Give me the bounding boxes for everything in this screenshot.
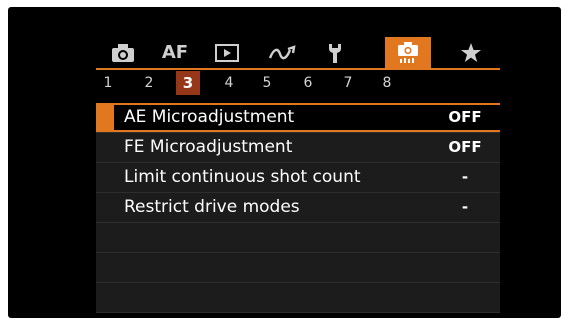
tab-my-menu[interactable] [448,37,494,68]
page-2[interactable]: 2 [137,71,161,95]
menu-item-empty [96,283,500,313]
menu-item-empty [96,253,500,283]
menu-item-value: OFF [448,108,482,126]
page-4[interactable]: 4 [217,71,241,95]
menu-item-restrict-drive-modes[interactable]: Restrict drive modes - [96,193,500,223]
tab-shooting[interactable] [100,37,146,68]
menu-item-label: FE Microadjustment [124,137,293,157]
camera-menu-screen: AF 1 2 3 4 5 6 7 8 AE Microadjustment OF… [8,7,561,318]
menu-item-ae-microadjustment[interactable]: AE Microadjustment OFF [96,103,500,133]
wireless-icon [268,44,296,59]
playback-icon [215,43,239,62]
page-8[interactable]: 8 [375,71,399,95]
page-6[interactable]: 6 [296,71,320,95]
tab-wireless[interactable] [260,37,306,68]
menu-item-limit-continuous-shot-count[interactable]: Limit continuous shot count - [96,163,500,193]
page-1[interactable]: 1 [96,71,120,95]
af-icon: AF [161,42,189,63]
menu-item-label: AE Microadjustment [124,107,295,127]
custom-camera-icon [398,41,418,63]
menu-item-label: Limit continuous shot count [124,167,361,187]
page-3[interactable]: 3 [176,71,200,95]
menu-page-indicator: 1 2 3 4 5 6 7 8 [96,71,500,95]
wrench-icon [329,43,341,63]
tab-af[interactable]: AF [152,37,198,68]
page-5[interactable]: 5 [255,71,279,95]
page-7[interactable]: 7 [336,71,360,95]
menu-item-fe-microadjustment[interactable]: FE Microadjustment OFF [96,133,500,163]
menu-item-value: - [461,168,469,186]
menu-item-empty [96,223,500,253]
tab-playback[interactable] [204,37,250,68]
menu-item-value: OFF [448,138,482,156]
menu-item-label: Restrict drive modes [124,197,300,217]
menu-list: AE Microadjustment OFF FE Microadjustmen… [96,103,500,313]
menu-item-value: - [461,198,469,216]
tab-setup[interactable] [312,37,358,68]
menu-tab-bar: AF [96,37,500,70]
tab-custom-functions[interactable] [385,37,431,68]
star-icon [461,42,481,62]
camera-icon [112,43,134,62]
